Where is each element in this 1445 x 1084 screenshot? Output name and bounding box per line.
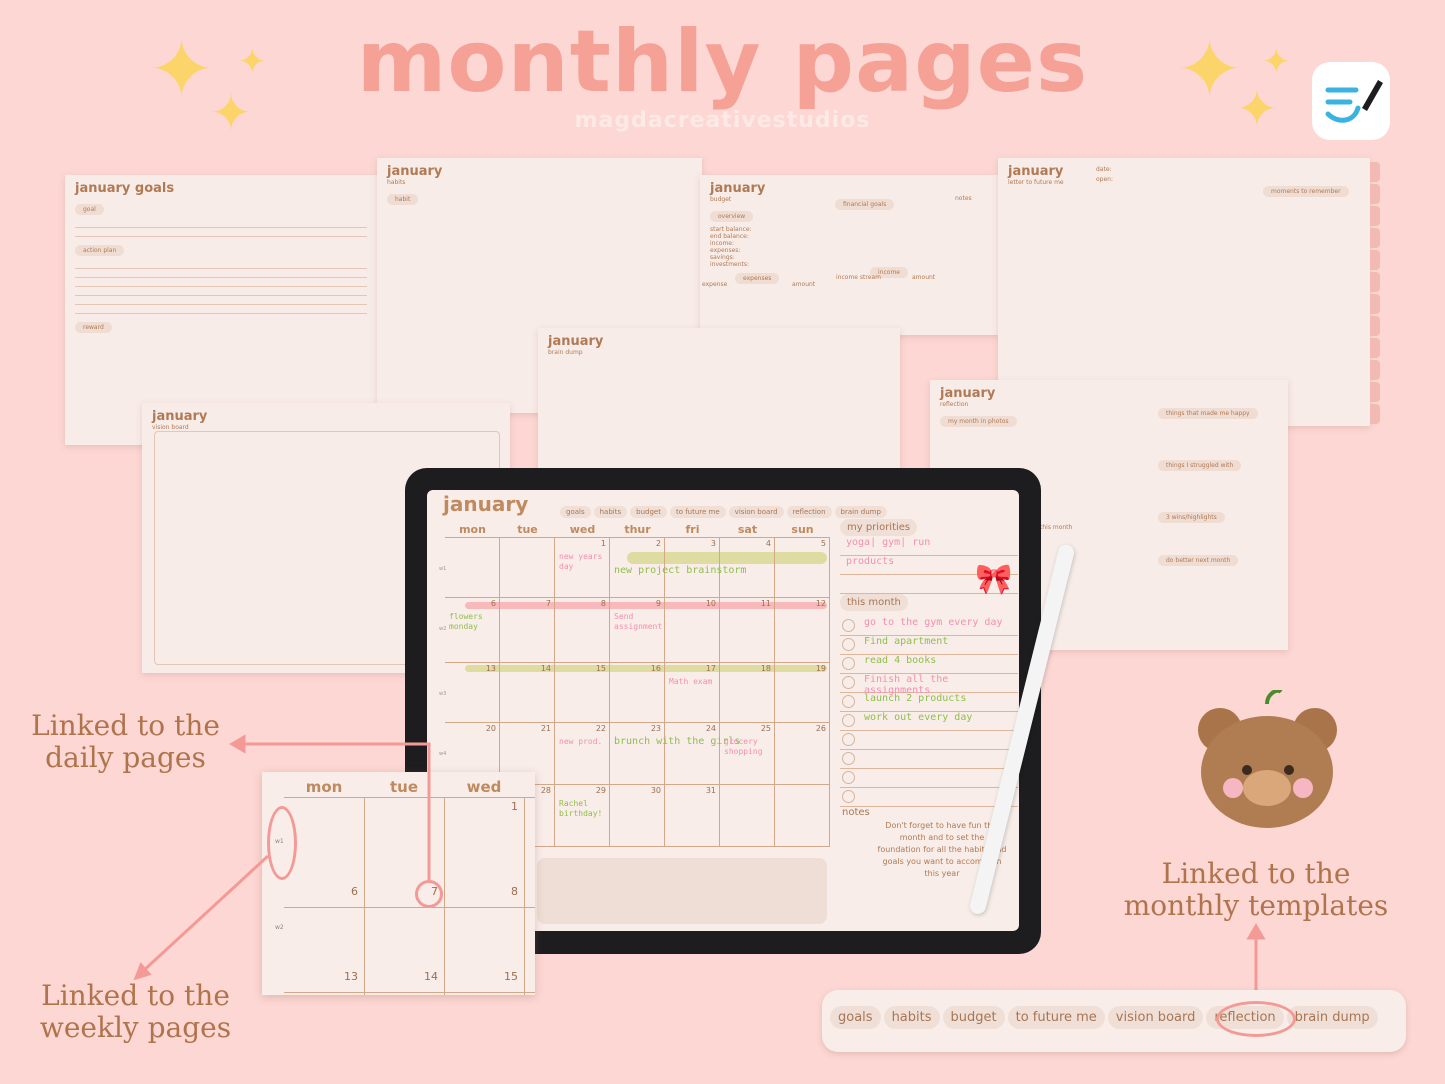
bottom-tab-vision-board[interactable]: vision board <box>1107 1006 1204 1029</box>
callout-daily: Linked to the daily pages <box>31 709 220 774</box>
bottom-tab-budget[interactable]: budget <box>942 1006 1005 1029</box>
bottom-tab-habits[interactable]: habits <box>883 1006 940 1029</box>
bottom-tab-brain-dump[interactable]: brain dump <box>1286 1006 1378 1029</box>
reflection-tab-highlight <box>1216 1001 1296 1037</box>
bottom-tab-goals[interactable]: goals <box>830 1006 881 1029</box>
bottom-tab-to-future-me[interactable]: to future me <box>1007 1006 1105 1029</box>
callout-monthly: Linked to the monthly templates <box>1123 857 1389 922</box>
bottom-template-tabs: goals habits budget to future me vision boar… <box>822 990 1406 1052</box>
bear-sticker-icon <box>1195 688 1340 830</box>
callout-weekly: Linked to the weekly pages <box>39 979 232 1044</box>
